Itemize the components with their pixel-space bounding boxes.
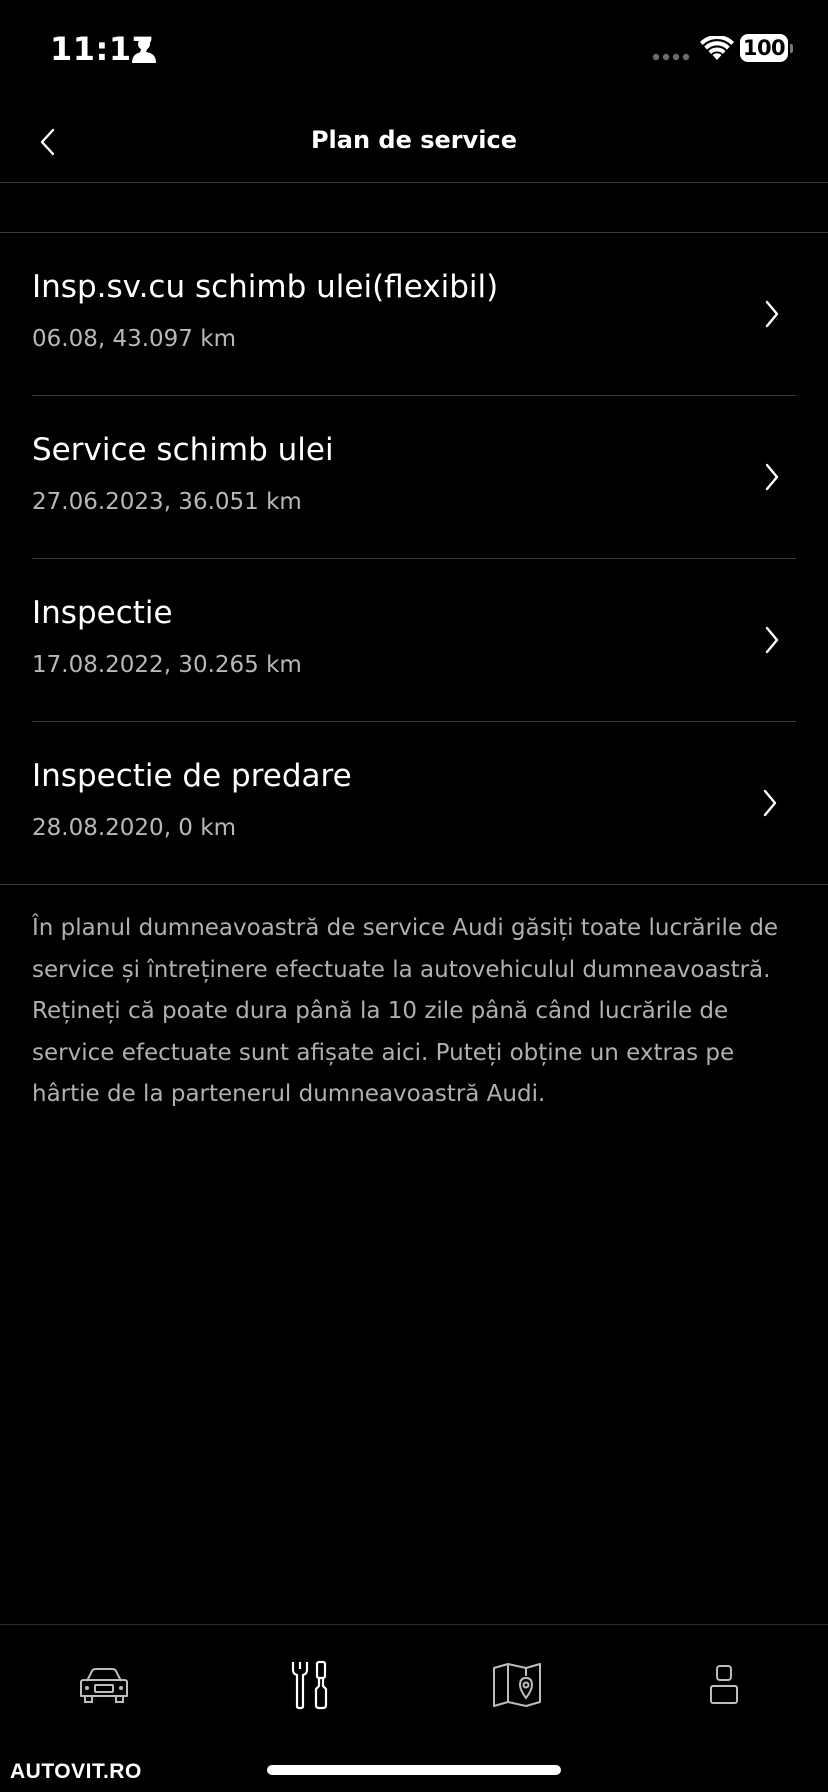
page-title: Plan de service	[310, 126, 518, 154]
tab-profile[interactable]	[688, 1655, 760, 1715]
chevron-right-icon	[765, 300, 779, 328]
wrench-screwdriver-icon	[291, 1660, 328, 1710]
status-bar: 11:17 100	[0, 0, 828, 100]
chevron-right-icon	[763, 789, 777, 817]
watermark: AUTOVIT.RO	[10, 1760, 142, 1783]
service-date-mileage: 27.06.2023, 36.051 km	[32, 489, 302, 515]
service-date-mileage: 06.08, 43.097 km	[32, 326, 236, 352]
service-title: Service schimb ulei	[32, 432, 334, 468]
service-date-mileage: 28.08.2020, 0 km	[32, 815, 236, 841]
service-item[interactable]: Insp.sv.cu schimb ulei(flexibil) 06.08, …	[32, 233, 796, 396]
tab-map[interactable]	[481, 1655, 553, 1715]
tab-service[interactable]	[274, 1655, 346, 1715]
service-title: Insp.sv.cu schimb ulei(flexibil)	[32, 269, 499, 305]
tab-vehicle[interactable]	[68, 1655, 140, 1715]
service-item[interactable]: Inspectie de predare 28.08.2020, 0 km	[0, 722, 828, 885]
person-icon	[132, 38, 156, 63]
service-title: Inspectie	[32, 595, 173, 631]
service-item[interactable]: Inspectie 17.08.2022, 30.265 km	[32, 559, 796, 722]
battery-icon: 100	[740, 34, 793, 62]
service-item[interactable]: Service schimb ulei 27.06.2023, 36.051 k…	[32, 396, 796, 559]
car-icon	[80, 1668, 128, 1703]
wifi-icon	[700, 36, 734, 60]
signal-dots-icon	[652, 53, 690, 61]
home-indicator[interactable]	[267, 1765, 561, 1775]
chevron-right-icon	[765, 463, 779, 491]
service-list: Insp.sv.cu schimb ulei(flexibil) 06.08, …	[0, 233, 828, 885]
service-date-mileage: 17.08.2022, 30.265 km	[32, 652, 302, 678]
info-text: În planul dumneavoastră de service Audi …	[32, 915, 779, 1107]
chevron-right-icon	[765, 626, 779, 654]
map-pin-icon	[493, 1663, 541, 1707]
battery-nub	[790, 44, 793, 53]
nav-header: Plan de service	[0, 100, 828, 183]
battery-level: 100	[740, 34, 788, 62]
service-title: Inspectie de predare	[32, 758, 352, 794]
profile-icon	[710, 1665, 738, 1704]
